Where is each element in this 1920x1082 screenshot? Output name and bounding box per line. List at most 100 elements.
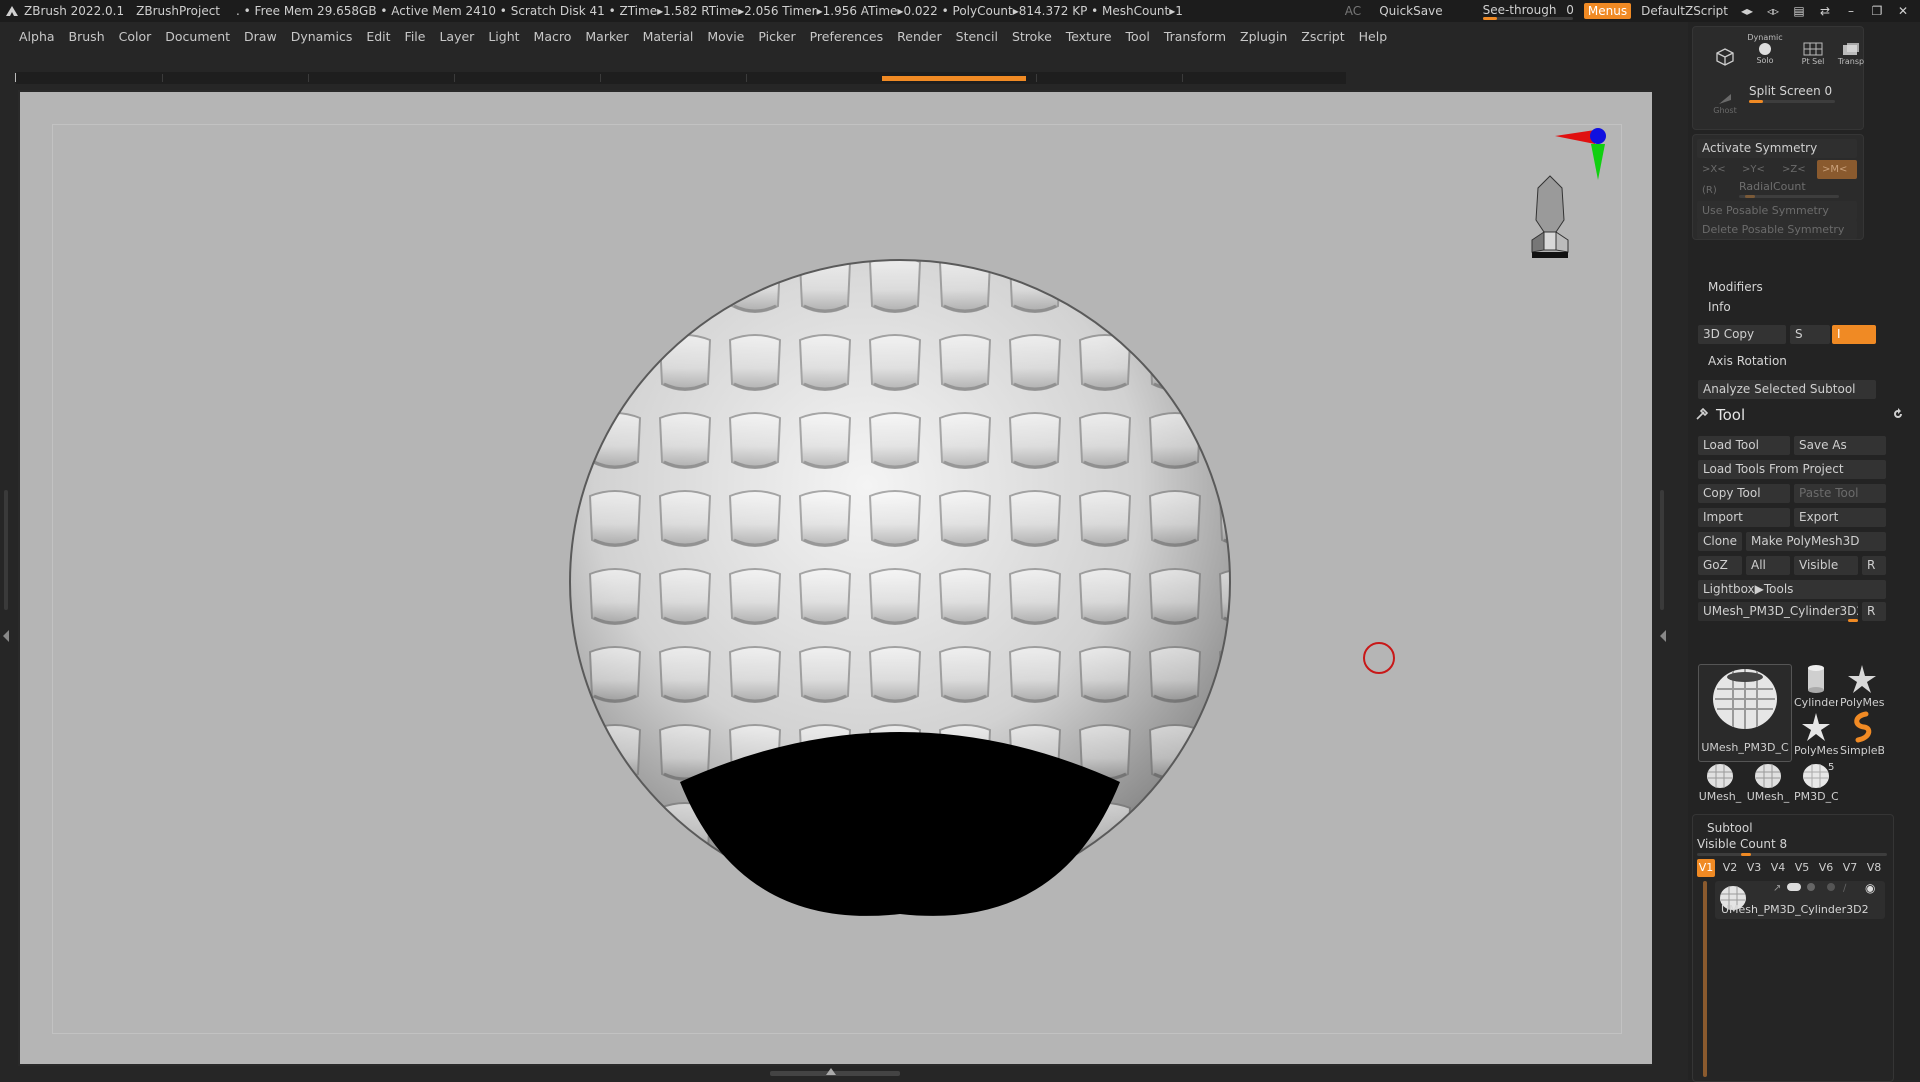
current-tool-r-button[interactable]: R xyxy=(1862,602,1886,621)
reset-palette-icon[interactable] xyxy=(1892,408,1904,423)
expand-left-tray-icon[interactable] xyxy=(3,630,9,642)
menu-draw[interactable]: Draw xyxy=(237,29,284,44)
goz-r-button[interactable]: R xyxy=(1862,556,1886,575)
menu-document[interactable]: Document xyxy=(158,29,237,44)
use-posable-symmetry-button[interactable]: Use Posable Symmetry xyxy=(1697,201,1857,220)
menu-brush[interactable]: Brush xyxy=(62,29,112,44)
layout-options-icon[interactable]: ▤ xyxy=(1790,3,1808,19)
subtool-brush-icon[interactable]: ↗ xyxy=(1773,883,1781,894)
goz-button[interactable]: GoZ xyxy=(1698,556,1742,575)
menu-transform[interactable]: Transform xyxy=(1157,29,1233,44)
menu-zplugin[interactable]: Zplugin xyxy=(1233,29,1294,44)
shelf-active-tab[interactable] xyxy=(882,76,1026,81)
make-polymesh3d-button[interactable]: Make PolyMesh3D xyxy=(1746,532,1886,551)
subtool-polypaint-icon[interactable] xyxy=(1787,883,1801,891)
menu-file[interactable]: File xyxy=(398,29,433,44)
menu-macro[interactable]: Macro xyxy=(527,29,579,44)
tool-thumb-umesh-2[interactable]: UMesh_ xyxy=(1746,760,1790,808)
axis-gizmo-icon[interactable] xyxy=(1555,122,1615,182)
subtool-list-scrollbar[interactable] xyxy=(1703,881,1707,1077)
clone-button[interactable]: Clone xyxy=(1698,532,1742,551)
visible-count-label[interactable]: Visible Count 8 xyxy=(1697,837,1787,851)
tool-palette-title[interactable]: Tool xyxy=(1716,406,1745,424)
visibility-set-v2[interactable]: V2 xyxy=(1721,859,1739,877)
radial-count-label[interactable]: RadialCount xyxy=(1739,180,1806,193)
menu-stencil[interactable]: Stencil xyxy=(949,29,1005,44)
subtool-header[interactable]: Subtool xyxy=(1707,821,1753,835)
menu-material[interactable]: Material xyxy=(636,29,701,44)
ghost-button[interactable]: Ghost xyxy=(1707,85,1743,121)
symmetry-m-button[interactable]: >M< xyxy=(1817,160,1857,179)
sculpt-model-pot[interactable] xyxy=(20,92,1652,1064)
symmetry-z-button[interactable]: >Z< xyxy=(1777,160,1813,179)
menu-stroke[interactable]: Stroke xyxy=(1005,29,1059,44)
menu-preferences[interactable]: Preferences xyxy=(803,29,891,44)
visibility-set-v1[interactable]: V1 xyxy=(1697,859,1715,877)
subtool-list-item[interactable]: ↗ ∕ ◉ UMesh_PM3D_Cylinder3D2 xyxy=(1715,881,1885,919)
point-select-button[interactable]: Pt Sel xyxy=(1795,35,1831,71)
import-button[interactable]: Import xyxy=(1698,508,1790,527)
expand-bottom-tray-icon[interactable] xyxy=(826,1068,836,1075)
ac-button[interactable]: AC xyxy=(1345,4,1361,18)
save-as-button[interactable]: Save As xyxy=(1794,436,1886,455)
menu-edit[interactable]: Edit xyxy=(359,29,397,44)
tool-thumb-polymesh-2[interactable]: PolyMes xyxy=(1794,710,1838,758)
menu-layer[interactable]: Layer xyxy=(432,29,481,44)
3d-copy-s-button[interactable]: S xyxy=(1790,325,1830,344)
layout-switch-icon[interactable]: ◂▸ xyxy=(1738,3,1756,19)
menu-dynamics[interactable]: Dynamics xyxy=(284,29,360,44)
load-tools-from-project-button[interactable]: Load Tools From Project xyxy=(1698,460,1886,479)
menu-marker[interactable]: Marker xyxy=(578,29,635,44)
menu-tool[interactable]: Tool xyxy=(1119,29,1157,44)
menu-movie[interactable]: Movie xyxy=(700,29,751,44)
analyze-selected-subtool-button[interactable]: Analyze Selected Subtool xyxy=(1698,380,1876,399)
menu-light[interactable]: Light xyxy=(481,29,526,44)
quicksave-button[interactable]: QuickSave xyxy=(1379,4,1442,18)
visibility-set-v7[interactable]: V7 xyxy=(1841,859,1859,877)
3d-copy-button[interactable]: 3D Copy xyxy=(1698,325,1786,344)
modifiers-header[interactable]: Modifiers xyxy=(1708,280,1763,294)
symmetry-x-button[interactable]: >X< xyxy=(1697,160,1733,179)
right-tray-separator[interactable] xyxy=(1652,90,1688,1070)
load-tool-button[interactable]: Load Tool xyxy=(1698,436,1790,455)
visibility-set-v4[interactable]: V4 xyxy=(1769,859,1787,877)
info-header[interactable]: Info xyxy=(1708,300,1731,314)
visibility-set-v6[interactable]: V6 xyxy=(1817,859,1835,877)
split-screen-label[interactable]: Split Screen 0 xyxy=(1749,84,1832,98)
menu-render[interactable]: Render xyxy=(890,29,949,44)
subtool-lock-icon[interactable]: ∕ xyxy=(1843,883,1846,894)
tool-thumb-main[interactable]: UMesh_PM3D_C xyxy=(1698,664,1792,762)
menu-alpha[interactable]: Alpha xyxy=(0,29,62,44)
transparency-button[interactable]: Transp xyxy=(1833,35,1869,71)
current-tool-slider[interactable]: UMesh_PM3D_Cylinder3D2. xyxy=(1698,602,1858,621)
subtool-solo-icon[interactable] xyxy=(1807,883,1815,891)
3d-copy-field[interactable]: I xyxy=(1832,325,1876,344)
restore-icon[interactable]: ❐ xyxy=(1868,3,1886,19)
delete-posable-symmetry-button[interactable]: Delete Posable Symmetry xyxy=(1697,220,1857,239)
tool-thumb-cylinder[interactable]: Cylinder xyxy=(1794,662,1838,710)
document-canvas[interactable] xyxy=(18,90,1654,1066)
minimize-icon[interactable]: – xyxy=(1842,3,1860,19)
layout-storage-icon[interactable]: ⇄ xyxy=(1816,3,1834,19)
visibility-set-v3[interactable]: V3 xyxy=(1745,859,1763,877)
export-button[interactable]: Export xyxy=(1794,508,1886,527)
menu-picker[interactable]: Picker xyxy=(751,29,802,44)
layout-cycle-icon[interactable]: ◃▹ xyxy=(1764,3,1782,19)
paste-tool-button[interactable]: Paste Tool xyxy=(1794,484,1886,503)
radial-toggle-button[interactable]: (R) xyxy=(1697,181,1733,200)
menu-help[interactable]: Help xyxy=(1352,29,1395,44)
goz-all-button[interactable]: All xyxy=(1746,556,1790,575)
subtool-visibility-eye-icon[interactable]: ◉ xyxy=(1865,881,1875,895)
menu-zscript[interactable]: Zscript xyxy=(1294,29,1351,44)
perspective-icon[interactable] xyxy=(1707,39,1743,75)
collapse-right-tray-icon[interactable] xyxy=(1660,630,1666,642)
tool-palette-icon[interactable] xyxy=(1694,406,1710,425)
menu-color[interactable]: Color xyxy=(112,29,159,44)
bottom-tray-collapsed[interactable] xyxy=(0,1066,1670,1080)
menus-toggle-button[interactable]: Menus xyxy=(1583,3,1632,19)
visibility-set-v8[interactable]: V8 xyxy=(1865,859,1883,877)
solo-button[interactable]: Dynamic Solo xyxy=(1747,31,1783,67)
tool-thumb-simpleb[interactable]: SimpleB xyxy=(1840,710,1884,758)
symmetry-y-button[interactable]: >Y< xyxy=(1737,160,1773,179)
axis-rotation-header[interactable]: Axis Rotation xyxy=(1708,354,1787,368)
